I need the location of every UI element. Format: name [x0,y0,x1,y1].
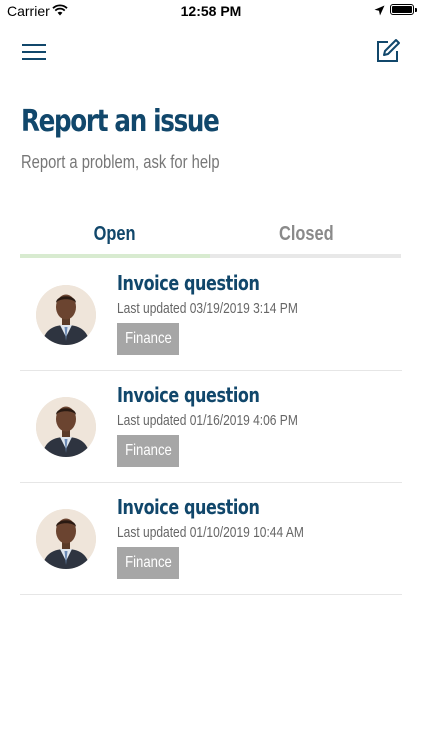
tab-closed[interactable]: Closed [211,216,401,252]
menu-button[interactable] [21,38,47,64]
issue-title: Invoice question [117,271,260,295]
avatar [36,397,96,457]
issue-updated-timestamp: Last updated 01/10/2019 10:44 AM [117,524,304,541]
avatar [36,285,96,345]
issue-updated-timestamp: Last updated 03/19/2019 3:14 PM [117,300,298,317]
menu-icon-bar [22,44,46,46]
issue-title: Invoice question [117,495,260,519]
issue-list-item[interactable]: Invoice question Last updated 01/16/2019… [20,371,402,483]
tab-open[interactable]: Open [20,216,210,252]
avatar [36,509,96,569]
issue-title: Invoice question [117,383,260,407]
category-badge: Finance [117,435,179,467]
issue-list: Invoice question Last updated 03/19/2019… [20,259,402,595]
battery-icon [390,4,417,15]
category-badge: Finance [117,547,179,579]
tab-bar: Open Closed [20,216,401,260]
menu-icon-bar [22,58,46,60]
page-title: Report an issue [21,104,220,139]
page-subtitle: Report a problem, ask for help [21,152,220,172]
menu-icon-bar [22,51,46,53]
issue-list-item[interactable]: Invoice question Last updated 03/19/2019… [20,259,402,371]
issue-list-item[interactable]: Invoice question Last updated 01/10/2019… [20,483,402,595]
status-time: 12:58 PM [180,3,242,19]
tab-active-indicator [20,254,210,258]
status-bar: Carrier 12:58 PM [0,0,422,22]
category-badge: Finance [117,323,179,355]
location-arrow-icon [374,5,385,16]
issue-updated-timestamp: Last updated 01/16/2019 4:06 PM [117,412,298,429]
compose-icon[interactable] [374,37,402,65]
